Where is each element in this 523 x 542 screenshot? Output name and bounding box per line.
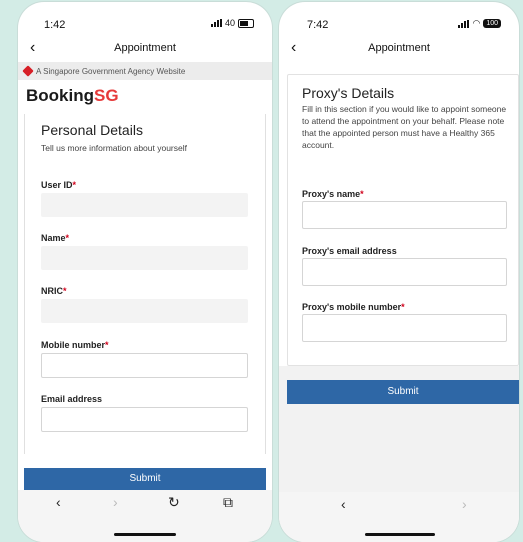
- nav-forward-icon[interactable]: ›: [462, 496, 467, 512]
- browser-nav-bar: ‹ ›: [279, 492, 519, 542]
- home-indicator: [114, 533, 176, 536]
- phone-screen-proxy-details: 7:42 ◠ 100 ‹ Appointment Proxy's Details…: [279, 2, 519, 542]
- required-marker: *: [105, 340, 109, 350]
- proxy-name-label: Proxy's name*: [302, 189, 364, 199]
- battery-icon: [238, 18, 254, 28]
- required-marker: *: [401, 302, 405, 312]
- proxy-email-field[interactable]: [302, 258, 507, 286]
- section-title: Personal Details: [41, 122, 143, 138]
- name-field[interactable]: [41, 246, 248, 270]
- proxy-email-label: Proxy's email address: [302, 246, 397, 256]
- proxy-mobile-field[interactable]: [302, 314, 507, 342]
- page-title: Appointment: [114, 42, 176, 54]
- submit-button[interactable]: Submit: [24, 468, 266, 490]
- user-id-label-text: User ID: [41, 180, 73, 190]
- singapore-lion-icon: [22, 65, 34, 77]
- name-label-text: Name: [41, 233, 66, 243]
- phone-screen-personal-details: 1:42 40 ‹ Appointment A Singapore Govern…: [18, 2, 272, 542]
- signal-icon: [210, 19, 222, 27]
- mobile-label: Mobile number*: [41, 340, 109, 350]
- status-time: 1:42: [44, 19, 66, 31]
- section-title: Proxy's Details: [302, 85, 395, 101]
- battery-icon: 100: [483, 19, 501, 28]
- gov-banner-text: A Singapore Government Agency Website: [36, 66, 186, 76]
- user-id-label: User ID*: [41, 180, 76, 190]
- mobile-number-field[interactable]: [41, 353, 248, 378]
- nav-back-icon[interactable]: ‹: [56, 494, 61, 510]
- proxy-mobile-label: Proxy's mobile number*: [302, 302, 405, 312]
- nric-label: NRIC*: [41, 286, 67, 296]
- email-address-field[interactable]: [41, 407, 248, 432]
- status-bar: 7:42 ◠ 100: [279, 2, 519, 36]
- required-marker: *: [63, 286, 67, 296]
- section-subtitle: Tell us more information about yourself: [41, 143, 187, 153]
- status-icons: 40: [210, 18, 254, 28]
- personal-details-card: Personal Details Tell us more informatio…: [24, 114, 266, 454]
- brand-logo: BookingSG: [26, 86, 119, 106]
- app-bar: ‹ Appointment: [18, 36, 272, 62]
- name-label: Name*: [41, 233, 69, 243]
- proxy-name-field[interactable]: [302, 201, 507, 229]
- gov-banner: A Singapore Government Agency Website: [18, 62, 272, 80]
- reload-icon[interactable]: ↻: [168, 494, 180, 511]
- email-label: Email address: [41, 394, 103, 404]
- proxy-mobile-label-text: Proxy's mobile number: [302, 302, 402, 312]
- brand-part2: SG: [94, 86, 119, 105]
- required-marker: *: [72, 180, 77, 190]
- status-bar: 1:42 40: [18, 2, 272, 36]
- browser-nav-bar: ‹ › ↻ ⧉: [18, 490, 272, 542]
- page-title: Appointment: [368, 42, 430, 54]
- submit-button[interactable]: Submit: [287, 380, 519, 404]
- mobile-label-text: Mobile number: [41, 340, 106, 350]
- proxy-details-card: Proxy's Details Fill in this section if …: [287, 74, 519, 366]
- share-icon[interactable]: ⧉: [223, 494, 233, 511]
- home-indicator: [365, 533, 435, 536]
- required-marker: *: [65, 233, 70, 243]
- section-subtitle: Fill in this section if you would like t…: [302, 104, 507, 150]
- wifi-icon: ◠: [472, 18, 481, 28]
- status-time: 7:42: [307, 19, 329, 31]
- nric-label-text: NRIC: [41, 286, 63, 296]
- brand-part1: Booking: [26, 86, 94, 105]
- nav-forward-icon[interactable]: ›: [113, 494, 118, 510]
- proxy-name-label-text: Proxy's name: [302, 189, 361, 199]
- network-label: 40: [224, 18, 235, 28]
- user-id-field[interactable]: [41, 193, 248, 217]
- status-icons: ◠ 100: [458, 18, 501, 29]
- nav-back-icon[interactable]: ‹: [341, 496, 346, 512]
- signal-icon: [458, 19, 470, 28]
- required-marker: *: [360, 189, 364, 199]
- nric-field[interactable]: [41, 299, 248, 323]
- app-bar: ‹ Appointment: [279, 36, 519, 62]
